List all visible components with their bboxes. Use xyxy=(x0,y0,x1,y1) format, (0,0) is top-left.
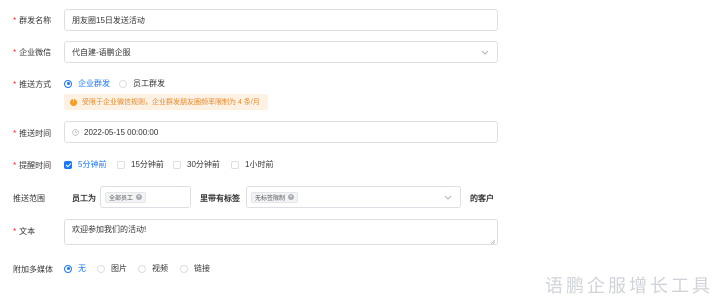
customer-tag: 无标签限制 × xyxy=(251,191,299,203)
radio-dot xyxy=(64,79,72,88)
scope-suffix: 的客户 xyxy=(470,194,494,203)
radio-dot xyxy=(119,79,127,88)
employee-prefix: 员工为 xyxy=(72,194,96,203)
checkbox-box xyxy=(173,160,181,169)
checkbox-box xyxy=(117,160,125,169)
radio-media-none[interactable]: 无 xyxy=(64,263,86,274)
group-name-input[interactable]: 朋友圈15日发送活动 xyxy=(64,9,498,31)
radio-media-video[interactable]: 视频 xyxy=(138,263,168,274)
clock-icon xyxy=(72,128,79,136)
radio-enterprise-broadcast[interactable]: 企业群发 xyxy=(64,78,110,89)
employee-select[interactable]: 全部员工 × xyxy=(100,186,191,208)
checkbox-5min[interactable]: 5分钟前 xyxy=(64,159,106,170)
push-method-label: * 推送方式 xyxy=(13,80,52,89)
employee-tag: 全部员工 × xyxy=(105,191,147,203)
watermark: 语鹏企服增长工具 xyxy=(545,276,713,297)
radio-employee-broadcast[interactable]: 员工群发 xyxy=(119,78,165,89)
radio-dot xyxy=(180,264,188,273)
text-value: 欢迎参加我们的活动! xyxy=(72,225,147,234)
text-label: * 文本 xyxy=(13,227,36,236)
close-circle-icon[interactable]: × xyxy=(136,194,143,200)
radio-dot xyxy=(138,264,146,273)
push-time-label: * 推送时间 xyxy=(13,129,52,138)
checkbox-15min[interactable]: 15分钟前 xyxy=(117,159,164,170)
enterprise-wechat-select[interactable]: 代自建-语鹏企服 xyxy=(64,41,498,63)
radio-dot xyxy=(97,264,105,273)
radio-media-link[interactable]: 链接 xyxy=(180,263,210,274)
push-time-picker[interactable]: 2022-05-15 00:00:00 xyxy=(64,121,498,143)
push-scope-label: 推送范围 xyxy=(13,194,45,203)
enterprise-wechat-value: 代自建-语鹏企服 xyxy=(72,47,131,57)
enterprise-wechat-label: * 企业微信 xyxy=(13,48,52,57)
chevron-down-icon xyxy=(481,48,489,56)
checkbox-30min[interactable]: 30分钟前 xyxy=(173,159,220,170)
text-textarea[interactable]: 欢迎参加我们的活动! xyxy=(64,219,498,245)
resize-handle-icon[interactable] xyxy=(490,237,496,245)
checkbox-box xyxy=(231,160,239,169)
group-name-value: 朋友圈15日发送活动 xyxy=(72,15,145,25)
radio-media-image[interactable]: 图片 xyxy=(97,263,127,274)
exclamation-icon: ! xyxy=(70,98,77,106)
close-circle-icon[interactable]: × xyxy=(288,194,295,200)
push-method-notice: ! 受限于企业微信规则，企业群发朋友圈频率限制为 4 条/月 xyxy=(64,94,268,110)
checkbox-1hour[interactable]: 1小时前 xyxy=(231,159,273,170)
chevron-down-icon xyxy=(444,193,452,201)
push-time-value: 2022-05-15 00:00:00 xyxy=(84,127,159,137)
remind-time-label: * 提醒时间 xyxy=(13,161,52,170)
tag-prefix: 里带有标签 xyxy=(200,194,240,203)
group-name-label: * 群发名称 xyxy=(13,16,52,25)
media-label: 附加多媒体 xyxy=(13,265,53,274)
checkbox-box xyxy=(64,160,72,169)
radio-dot xyxy=(64,264,72,273)
tag-select[interactable]: 无标签限制 × xyxy=(246,186,461,208)
